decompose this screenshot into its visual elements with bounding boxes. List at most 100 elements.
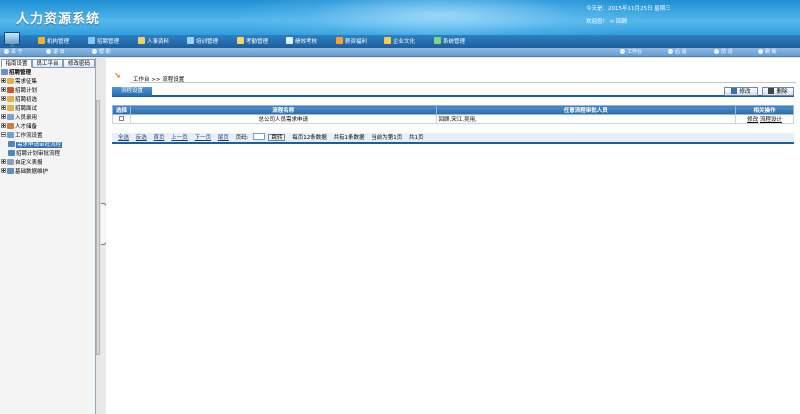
back-link[interactable]: 后 退 xyxy=(668,48,687,57)
computer-icon xyxy=(4,32,20,47)
tab-change-password[interactable]: 修改密码 xyxy=(63,59,95,68)
training-icon xyxy=(187,37,194,44)
folder-icon xyxy=(7,105,14,111)
menu-item-training[interactable]: 培训管理 xyxy=(187,37,218,46)
row-edit-link[interactable]: 修改 xyxy=(747,117,758,123)
collapse-icon[interactable] xyxy=(1,132,6,137)
menu-item-attendance[interactable]: 考勤管理 xyxy=(237,37,268,46)
menu-item-recruit[interactable]: 招聘管理 xyxy=(88,37,119,46)
menu-item-personnel[interactable]: 人事资料 xyxy=(138,37,169,46)
expand-icon[interactable] xyxy=(1,105,6,110)
table-row: 总公司人员需求申请 回顾,宋江,吴用, 修改 流程设计 xyxy=(112,114,794,124)
org-icon xyxy=(38,37,45,44)
left-panel-scrollbar[interactable] xyxy=(96,100,100,355)
tree-item-talent-pool[interactable]: 人才储备 xyxy=(1,123,37,132)
expand-icon[interactable] xyxy=(1,96,6,101)
forward-label: 前 进 xyxy=(721,49,733,55)
about-link[interactable]: 关 于 xyxy=(4,48,23,57)
folder-icon xyxy=(7,132,14,138)
expand-icon[interactable] xyxy=(1,114,6,119)
app-title: 人力资源系统 xyxy=(16,12,101,27)
expand-icon[interactable] xyxy=(1,123,6,128)
arrow-icon: ↘ xyxy=(114,71,121,80)
about-label: 关 于 xyxy=(11,49,23,55)
delete-button[interactable]: 删除 xyxy=(762,87,794,96)
database-icon xyxy=(7,168,14,174)
tree-item-plan[interactable]: 招聘计划 xyxy=(1,87,37,96)
prev-page-link[interactable]: 上一页 xyxy=(171,135,188,141)
tree-item-interview[interactable]: 招聘面试 xyxy=(1,105,37,114)
forward-icon xyxy=(714,49,719,54)
total-records-text: 共有1条数据 xyxy=(333,135,365,141)
operations-cell: 修改 流程设计 xyxy=(735,114,794,124)
page-number-input[interactable] xyxy=(253,133,266,140)
process-name-cell: 总公司人员需求申请 xyxy=(129,114,437,124)
back-icon xyxy=(668,49,673,54)
edit-label: 修改 xyxy=(739,89,751,95)
folder-icon xyxy=(7,87,14,93)
expand-icon[interactable] xyxy=(1,168,6,173)
tree-label: 需求征集 xyxy=(15,79,38,85)
tree-label: 入员录用 xyxy=(15,115,38,121)
tree-item-plan-approval-flow[interactable]: 招聘计划审批流程 xyxy=(8,150,60,159)
expand-icon[interactable] xyxy=(1,159,6,164)
row-flow-design-link[interactable]: 流程设计 xyxy=(760,117,782,123)
welcome-text: 欢迎您！ > 回顾 xyxy=(586,19,628,25)
breadcrumb: ↘ 工作台 >> 流程设置 xyxy=(106,71,796,84)
row-checkbox[interactable] xyxy=(118,115,124,121)
tree-item-hiring[interactable]: 入员录用 xyxy=(1,114,37,123)
toolbar-bar: 关 于 退 出 帮 助 工作台 后 退 前 进 刷 新 xyxy=(0,48,800,57)
folder-icon xyxy=(7,114,14,120)
menu-item-performance[interactable]: 绩效考核 xyxy=(286,37,317,46)
menu-item-org[interactable]: 机构管理 xyxy=(38,37,69,46)
tree-item-demand[interactable]: 需求征集 xyxy=(1,78,37,87)
tab-guide-settings[interactable]: 指南设置 xyxy=(1,59,32,68)
tab-process-settings[interactable]: 流程设置 xyxy=(112,87,152,96)
refresh-link[interactable]: 刷 新 xyxy=(758,48,777,57)
workbench-label: 工作台 xyxy=(627,49,643,55)
folder-icon xyxy=(7,78,14,84)
edit-button[interactable]: 修改 xyxy=(724,87,758,96)
tree-item-workflow[interactable]: 工作流设置 xyxy=(1,132,43,141)
go-button[interactable]: 跳转 xyxy=(268,134,286,141)
left-navigation-panel: 指南设置 员工平台 修改密码 招聘管理 需求征集 招聘计划 招聘初选 招聘面试 … xyxy=(0,58,96,414)
main-menu-bar: 机构管理 招聘管理 人事资料 培训管理 考勤管理 绩效考核 薪资福利 企业文化 … xyxy=(0,32,800,48)
col-operations: 相关操作 xyxy=(735,105,794,115)
help-link[interactable]: 帮 助 xyxy=(92,48,111,57)
edit-icon xyxy=(731,88,738,94)
last-page-link[interactable]: 尾页 xyxy=(218,135,229,141)
expand-icon[interactable] xyxy=(1,78,6,83)
tree-item-demand-approval-flow[interactable]: 需求申请审批流程 xyxy=(8,141,63,150)
menu-label: 绩效考核 xyxy=(295,39,318,45)
tree-item-custom-report[interactable]: 自定义表报 xyxy=(1,159,43,168)
expand-icon[interactable] xyxy=(1,87,6,92)
tree-item-screening[interactable]: 招聘初选 xyxy=(1,96,37,105)
table-header-row: 选择 流程名称 任意流程审批人员 相关操作 xyxy=(112,105,794,115)
culture-icon xyxy=(384,37,391,44)
refresh-label: 刷 新 xyxy=(765,49,777,55)
tree-label: 自定义表报 xyxy=(15,160,43,166)
menu-item-salary[interactable]: 薪资福利 xyxy=(336,37,367,46)
invert-selection-link[interactable]: 反选 xyxy=(136,135,147,141)
tree-item-base-data[interactable]: 基础数据维护 xyxy=(1,168,48,177)
menu-label: 系统管理 xyxy=(443,39,466,45)
next-page-link[interactable]: 下一页 xyxy=(195,135,212,141)
select-all-link[interactable]: 全选 xyxy=(118,135,129,141)
logout-link[interactable]: 退 出 xyxy=(46,48,65,57)
menu-item-culture[interactable]: 企业文化 xyxy=(384,37,415,46)
header-banner: 人力资源系统 今天是：2015年11月25日 星期三 欢迎您！ > 回顾 xyxy=(0,0,800,35)
forward-link[interactable]: 前 进 xyxy=(714,48,733,57)
tree-label: 招聘计划审批流程 xyxy=(16,151,61,157)
help-icon xyxy=(92,49,97,54)
delete-icon xyxy=(768,88,775,94)
menu-item-system[interactable]: 系统管理 xyxy=(434,37,465,46)
tree-root-recruit[interactable]: 招聘管理 xyxy=(1,69,31,78)
report-icon xyxy=(7,159,14,165)
menu-label: 招聘管理 xyxy=(97,39,120,45)
first-page-link[interactable]: 首页 xyxy=(154,135,165,141)
tab-employee-platform[interactable]: 员工平台 xyxy=(32,59,63,68)
menu-label: 人事资料 xyxy=(147,39,170,45)
tree-label: 招聘管理 xyxy=(9,70,32,76)
delete-label: 删除 xyxy=(776,89,788,95)
workbench-link[interactable]: 工作台 xyxy=(620,48,642,57)
